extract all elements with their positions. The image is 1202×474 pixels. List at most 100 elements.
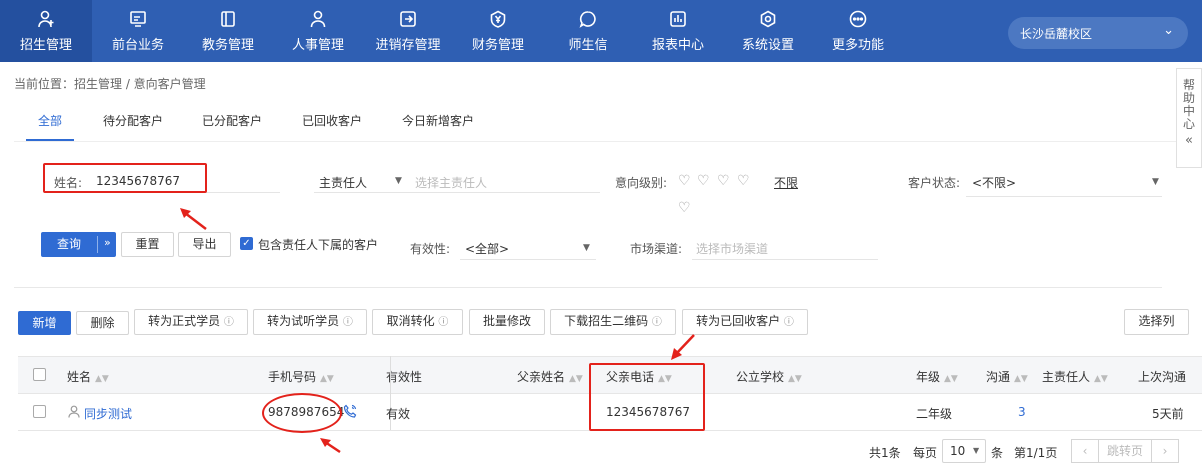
heart-icon[interactable]: ♡ [717,174,731,188]
th-name[interactable]: 姓名 ▲▼ [67,368,109,385]
user-icon [68,405,80,421]
validity-select[interactable]: <全部> [465,240,509,257]
channel-underline [692,259,878,260]
th-school[interactable]: 公立学校 ▲▼ [736,368,802,385]
sort-icon: ▲▼ [320,374,334,384]
heart-icon[interactable]: ♡ [678,174,692,188]
monitor-icon [130,11,146,27]
nav-item-label: 进销存管理 [375,38,441,53]
cancel-convert-button[interactable]: 取消转化 ⓘ [372,309,463,335]
yuan-shield-icon [490,10,506,28]
th-father-name[interactable]: 父亲姓名 ▲▼ [517,368,583,385]
nav-item-enrollment[interactable]: 招生管理 [0,0,92,62]
tabs-divider [14,141,1176,142]
nav-item-more[interactable]: 更多功能 [812,0,904,62]
status-underline [966,196,1162,197]
owner-select[interactable]: 主责任人 [319,174,367,191]
row-checkbox[interactable] [33,405,46,418]
nav-item-label: 报表中心 [651,38,704,53]
include-sub-checkbox[interactable]: ✓ [240,237,253,250]
tab-today-new[interactable]: 今日新增客户 [402,112,474,129]
heart-icon[interactable]: ♡ [737,174,751,188]
next-page-button[interactable]: › [1151,439,1179,463]
sort-icon: ▲▼ [1094,374,1108,384]
to-trial-button[interactable]: 转为试听学员 ⓘ [253,309,367,335]
tab-all[interactable]: 全部 [38,112,62,129]
annotation-arrow-phone [320,438,341,454]
select-all-checkbox[interactable] [33,368,46,381]
status-select[interactable]: <不限> [972,174,1016,191]
tab-assigned[interactable]: 已分配客户 [202,112,262,129]
sort-icon: ▲▼ [944,374,958,384]
campus-label: 长沙岳麓校区 [1020,27,1093,41]
th-owner-label: 主责任人 [1042,370,1091,384]
th-contact[interactable]: 沟通 ▲▼ [986,368,1028,385]
annotation-box-name [43,163,207,193]
caret-down-icon: ▼ [395,176,402,186]
th-school-label: 公立学校 [736,370,785,384]
owner-search-input[interactable]: 选择主责任人 [415,174,487,191]
nav-item-reports[interactable]: 报表中心 [632,0,724,62]
tab-recycled[interactable]: 已回收客户 [302,112,362,129]
customer-name-link[interactable]: 同步测试 [84,405,132,422]
nav-item-front-desk[interactable]: 前台业务 [92,0,184,62]
level-label: 意向级别: [615,176,668,190]
export-button[interactable]: 导出 [178,232,231,257]
prev-page-button[interactable]: ‹ [1071,439,1099,463]
heart-icon[interactable]: ♡ [697,174,711,188]
select-columns-button[interactable]: 选择列 [1124,309,1189,335]
question-icon: ⓘ [783,317,794,328]
th-grade[interactable]: 年级 ▲▼ [916,368,958,385]
active-tab-indicator [26,139,74,141]
double-chevron-down-icon[interactable]: » [104,232,111,254]
contact-count-link[interactable]: 3 [1018,405,1026,419]
th-name-label: 姓名 [67,370,92,384]
th-owner[interactable]: 主责任人 ▲▼ [1042,368,1108,385]
level-unlimited-link[interactable]: 不限 [774,174,798,191]
download-qr-button[interactable]: 下载招生二维码 ⓘ [550,309,676,335]
user-add-icon [38,10,54,28]
nav-item-finance[interactable]: 财务管理 [452,0,544,62]
annotation-arrow-name [180,208,207,230]
annotation-ellipse-phone [262,393,342,433]
help-center-button[interactable]: 帮助中心 « [1176,68,1202,168]
phone-call-icon[interactable] [343,404,357,421]
nav-item-hr[interactable]: 人事管理 [272,0,364,62]
question-icon: ⓘ [342,317,353,328]
caret-down-icon: ▼ [1152,177,1159,187]
cancel-convert-label: 取消转化 [386,314,435,328]
to-formal-button[interactable]: 转为正式学员 ⓘ [134,309,248,335]
sort-icon: ▲▼ [788,374,802,384]
last-contact-cell: 5天前 [1152,407,1184,421]
query-button[interactable]: 查询 » [41,232,116,257]
jump-page-button[interactable]: 跳转页 [1099,439,1151,463]
help-center-label: 帮助中心 [1183,78,1196,131]
to-recycled-button[interactable]: 转为已回收客户 ⓘ [682,309,808,335]
sort-icon: ▲▼ [95,374,109,384]
sort-icon: ▲▼ [1014,374,1028,384]
status-label: 客户状态: [908,176,961,190]
channel-input[interactable]: 选择市场渠道 [696,240,768,257]
caret-down-icon: ▼ [583,243,590,253]
campus-selector[interactable]: 长沙岳麓校区 ⌄ [1008,17,1188,49]
delete-button[interactable]: 删除 [76,311,129,335]
add-button[interactable]: 新增 [18,311,71,335]
heart-icon[interactable]: ♡ [678,201,692,215]
th-grade-label: 年级 [916,370,941,384]
nav-item-academic[interactable]: 教务管理 [182,0,274,62]
book-icon [221,11,235,27]
batch-edit-button[interactable]: 批量修改 [469,309,545,335]
th-phone[interactable]: 手机号码 ▲▼ [268,368,334,385]
annotation-arrow-father-phone [671,334,695,360]
double-chevron-left-icon: « [1185,133,1193,148]
reset-button[interactable]: 重置 [121,232,174,257]
breadcrumb: 当前位置：招生管理 / 意向客户管理 [14,77,206,91]
annotation-box-father-phone [589,363,705,431]
th-phone-label: 手机号码 [268,370,317,384]
per-page-select[interactable]: 10 ▼ [942,439,986,463]
nav-item-settings[interactable]: 系统设置 [722,0,814,62]
nav-item-label: 招生管理 [19,38,72,53]
nav-item-inventory[interactable]: 进销存管理 [362,0,454,62]
nav-item-messages[interactable]: 师生信 [542,0,634,62]
tab-unassigned[interactable]: 待分配客户 [103,112,163,129]
